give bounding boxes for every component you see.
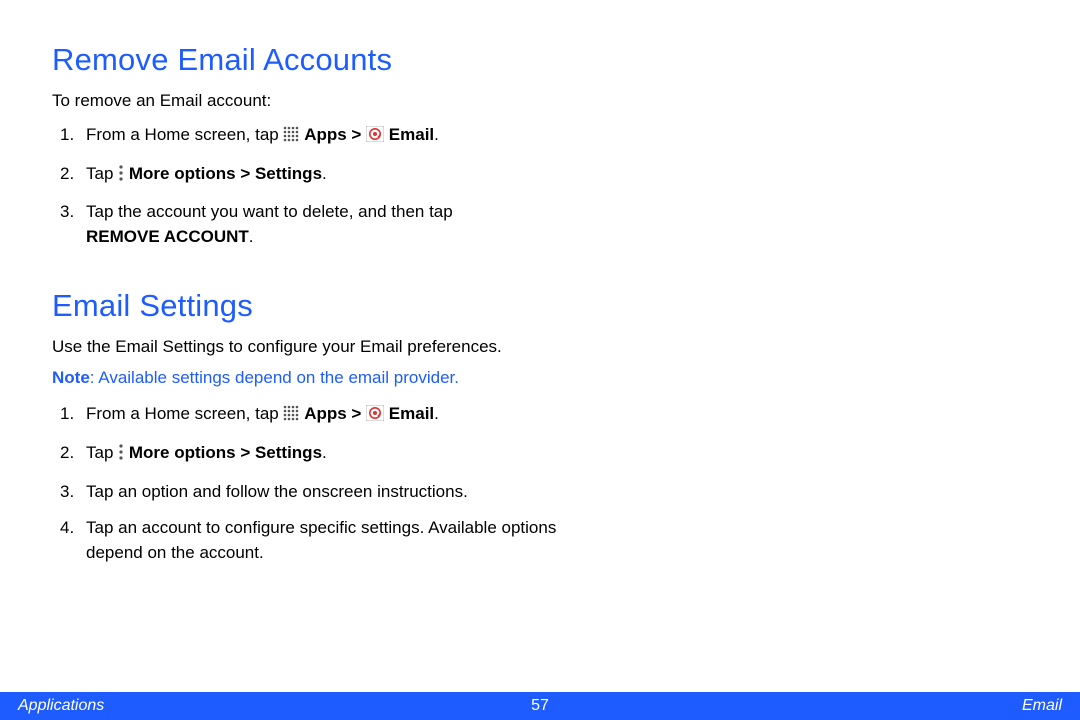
step-text: Tap an option and follow the onscreen in… [86,482,468,501]
page-footer: Applications 57 Email [0,692,1080,720]
note-label: Note [52,368,90,387]
steps-remove-email: From a Home screen, tap Apps > Email. Ta… [52,123,1028,250]
apps-grid-icon [283,404,299,429]
heading-email-settings: Email Settings [52,288,1028,324]
list-item: Tap More options > Settings. [52,441,572,468]
step-text: From a Home screen, tap [86,125,283,144]
list-item: Tap an account to configure specific set… [52,516,572,565]
list-item: From a Home screen, tap Apps > Email. [52,402,572,429]
period: . [322,164,327,183]
step-text: Tap an account to configure specific set… [86,518,556,562]
step-text: Tap the account you want to delete, and … [86,202,453,221]
apps-label: Apps > [304,125,366,144]
list-item: From a Home screen, tap Apps > Email. [52,123,572,150]
more-options-icon [118,164,124,189]
document-page: Remove Email Accounts To remove an Email… [0,0,1080,720]
list-item: Tap an option and follow the onscreen in… [52,480,572,505]
footer-left: Applications [18,697,104,715]
list-item: Tap More options > Settings. [52,162,572,189]
period: . [322,443,327,462]
apps-grid-icon [283,125,299,150]
footer-page-number: 57 [531,697,549,715]
more-options-label: More options > Settings [129,164,322,183]
step-text: Tap [86,443,118,462]
remove-account-label: REMOVE ACCOUNT [86,227,249,246]
apps-label: Apps > [304,404,366,423]
email-at-icon [366,125,384,150]
period: . [434,404,439,423]
more-options-label: More options > Settings [129,443,322,462]
email-label: Email [384,125,434,144]
intro-email-settings: Use the Email Settings to configure your… [52,336,572,359]
email-label: Email [384,404,434,423]
more-options-icon [118,443,124,468]
email-at-icon [366,404,384,429]
step-text: Tap [86,164,118,183]
period: . [434,125,439,144]
note-text: : Available settings depend on the email… [90,368,459,387]
intro-remove-email: To remove an Email account: [52,90,572,113]
heading-remove-email: Remove Email Accounts [52,42,1028,78]
note-line: Note: Available settings depend on the e… [52,368,1028,388]
steps-email-settings: From a Home screen, tap Apps > Email. Ta… [52,402,1028,565]
step-text: From a Home screen, tap [86,404,283,423]
footer-right: Email [1022,697,1062,715]
period: . [249,227,254,246]
list-item: Tap the account you want to delete, and … [52,200,572,249]
